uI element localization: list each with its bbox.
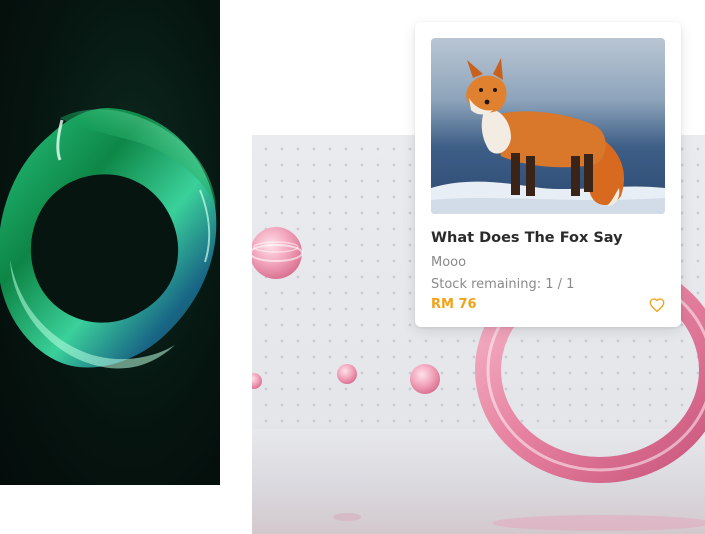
fox-illustration — [431, 58, 665, 214]
green-glass-ring-artwork — [0, 0, 220, 485]
product-price: RM 76 — [431, 297, 477, 312]
glass-ring-graphic — [0, 108, 217, 369]
product-card[interactable]: What Does The Fox Say Mooo Stock remaini… — [415, 22, 681, 327]
stock-remaining: Stock remaining: 1 / 1 — [431, 277, 575, 292]
product-description: Mooo — [431, 255, 467, 270]
fox-photo[interactable] — [431, 38, 665, 214]
favorite-button[interactable] — [648, 296, 666, 314]
product-title[interactable]: What Does The Fox Say — [431, 230, 623, 246]
heart-outline-icon — [649, 298, 665, 313]
